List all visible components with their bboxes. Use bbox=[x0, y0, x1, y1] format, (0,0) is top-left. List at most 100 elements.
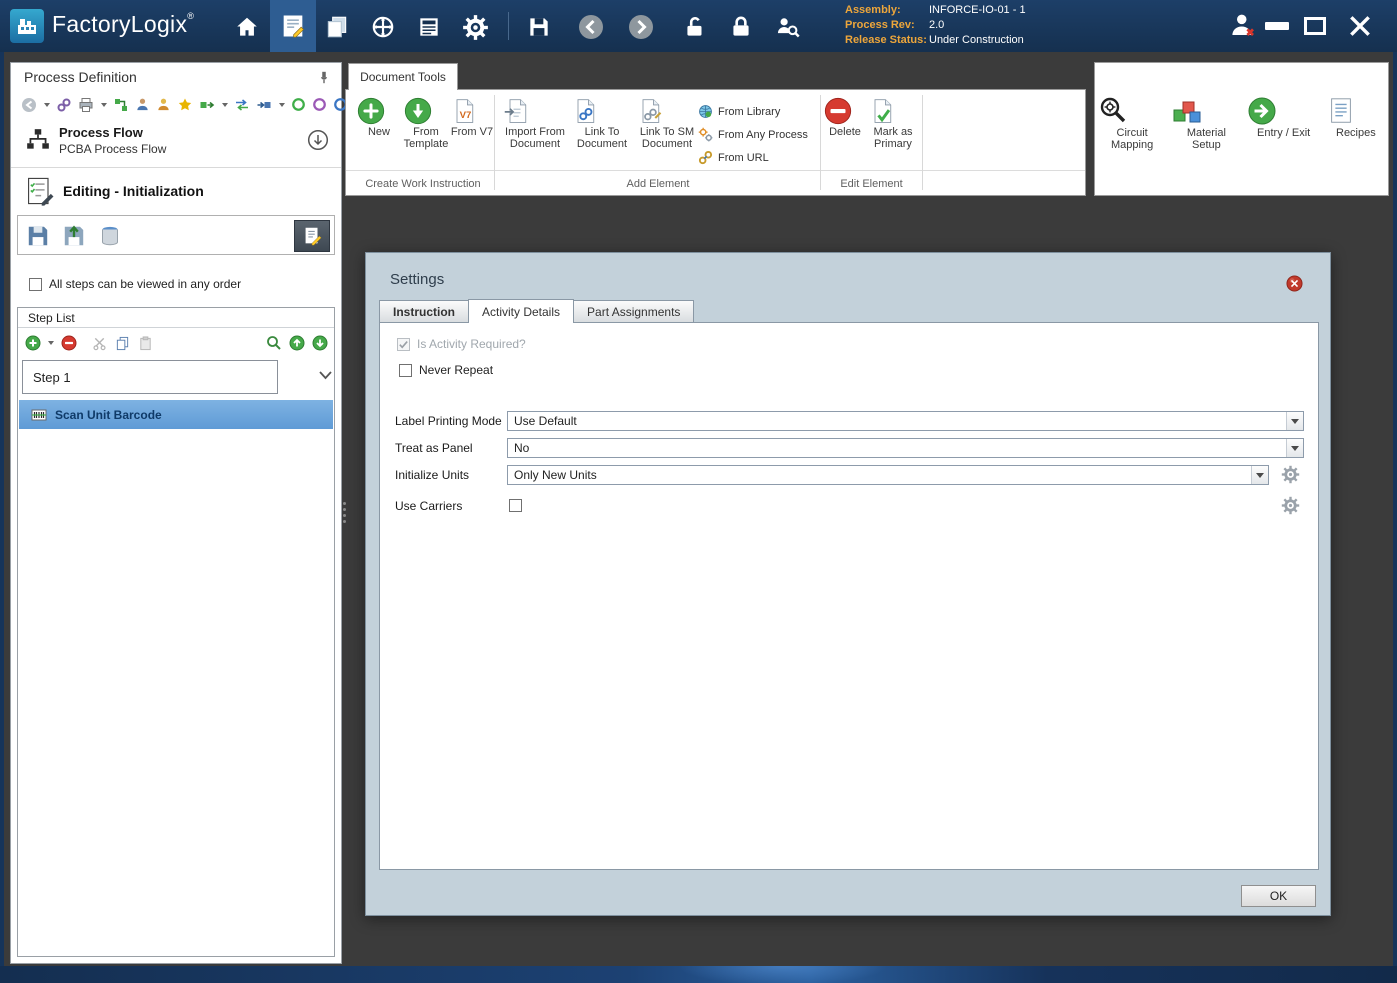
initialize-units-label: Initialize Units bbox=[395, 468, 470, 482]
lock-button[interactable] bbox=[726, 12, 756, 42]
ribbon-item-circuit-mapping[interactable]: Circuit Mapping bbox=[1097, 95, 1167, 151]
release-status-label: Release Status: bbox=[845, 34, 927, 46]
back-button[interactable] bbox=[576, 12, 606, 42]
process-definition-editor-button[interactable] bbox=[270, 0, 316, 52]
import-flow-icon[interactable] bbox=[256, 96, 272, 113]
ribbon-item-import-from-document[interactable]: Import From Document bbox=[503, 96, 567, 150]
add-process-icon[interactable] bbox=[113, 96, 129, 113]
import-flow-caret-icon[interactable] bbox=[279, 102, 285, 107]
print-icon[interactable] bbox=[78, 96, 94, 113]
settings-gear-button[interactable] bbox=[460, 12, 490, 42]
close-button[interactable] bbox=[1342, 10, 1378, 42]
person-female-icon[interactable] bbox=[156, 96, 171, 113]
unlock-button[interactable] bbox=[680, 12, 710, 42]
import-instruction-icon[interactable] bbox=[58, 220, 90, 252]
panel-splitter[interactable] bbox=[342, 495, 346, 529]
ribbon-item-from-any-process[interactable]: From Any Process bbox=[698, 123, 818, 146]
material-setup-icon bbox=[1171, 95, 1241, 127]
save-instruction-icon[interactable] bbox=[22, 220, 54, 252]
paste-icon[interactable] bbox=[137, 335, 154, 352]
process-gears-icon bbox=[698, 127, 713, 142]
logout-user-button[interactable] bbox=[1228, 10, 1258, 40]
circuit-mapping-icon bbox=[1097, 95, 1167, 127]
treat-as-panel-select[interactable]: No bbox=[507, 438, 1304, 458]
link-icon[interactable] bbox=[56, 96, 72, 113]
ok-button[interactable]: OK bbox=[1241, 885, 1316, 907]
process-flow-title: Process Flow bbox=[59, 125, 143, 140]
dropdown-arrow-icon[interactable] bbox=[1251, 466, 1268, 484]
remove-step-icon[interactable] bbox=[60, 335, 77, 352]
zoom-step-icon[interactable] bbox=[265, 335, 282, 352]
ribbon-item-from-template[interactable]: From Template bbox=[403, 96, 449, 150]
add-step-caret-icon[interactable] bbox=[48, 341, 54, 345]
process-rev-row: Process Rev: 2.0 bbox=[845, 18, 1026, 33]
entry-exit-icon bbox=[1246, 95, 1322, 127]
export-flow-caret-icon[interactable] bbox=[222, 102, 228, 107]
ribbon-item-material-setup[interactable]: Material Setup bbox=[1171, 95, 1241, 151]
tab-instruction[interactable]: Instruction bbox=[379, 300, 469, 322]
minimize-button[interactable] bbox=[1262, 10, 1292, 42]
ribbon-item-new[interactable]: New bbox=[356, 96, 402, 138]
dropdown-arrow-icon[interactable] bbox=[1286, 439, 1303, 457]
copy-icon[interactable] bbox=[114, 335, 131, 352]
collapse-flow-icon[interactable] bbox=[307, 129, 329, 151]
tab-document-tools[interactable]: Document Tools bbox=[348, 63, 458, 90]
ribbon-item-from-url[interactable]: From URL bbox=[698, 146, 818, 169]
archive-instruction-icon[interactable] bbox=[94, 220, 126, 252]
order-checkbox[interactable] bbox=[29, 277, 42, 291]
status-purple-icon[interactable] bbox=[312, 96, 327, 113]
person-male-icon[interactable] bbox=[135, 96, 150, 113]
forward-button[interactable] bbox=[626, 12, 656, 42]
from-template-icon bbox=[403, 96, 449, 126]
print-caret-icon[interactable] bbox=[101, 102, 107, 107]
step-activity-label: Scan Unit Barcode bbox=[55, 407, 162, 422]
step-activity-scan-unit-barcode[interactable]: Scan Unit Barcode bbox=[19, 400, 333, 429]
transfer-icon[interactable] bbox=[234, 96, 250, 113]
dropdown-arrow-icon[interactable] bbox=[1286, 412, 1303, 430]
group-separator bbox=[494, 95, 495, 190]
use-carriers-gear-icon[interactable] bbox=[1281, 496, 1300, 515]
maximize-button[interactable] bbox=[1300, 10, 1330, 42]
tab-part-assignments[interactable]: Part Assignments bbox=[573, 300, 695, 322]
export-flow-icon[interactable] bbox=[199, 96, 215, 113]
tab-activity-details[interactable]: Activity Details bbox=[468, 299, 575, 323]
chevron-down-icon[interactable] bbox=[318, 370, 333, 380]
undo-caret-icon[interactable] bbox=[44, 102, 50, 107]
never-repeat-checkbox[interactable] bbox=[399, 363, 412, 377]
step-group-selector[interactable]: Step 1 bbox=[22, 360, 278, 394]
save-button[interactable] bbox=[524, 12, 554, 42]
cut-icon[interactable] bbox=[91, 335, 108, 352]
navigator-button[interactable] bbox=[368, 12, 398, 42]
undo-icon[interactable] bbox=[21, 96, 37, 113]
app-title: FactoryLogix® bbox=[52, 11, 195, 37]
initialize-units-select[interactable]: Only New Units bbox=[507, 465, 1269, 485]
documents-button[interactable] bbox=[322, 12, 352, 42]
pin-icon[interactable] bbox=[317, 70, 331, 85]
move-step-up-icon[interactable] bbox=[288, 335, 305, 352]
assembly-info: Assembly: INFORCE-IO-01 - 1 Process Rev:… bbox=[845, 3, 1026, 48]
ribbon-item-recipes[interactable]: Recipes bbox=[1326, 95, 1386, 139]
library-globe-icon bbox=[698, 104, 713, 119]
ribbon-item-delete[interactable]: Delete bbox=[823, 96, 867, 138]
audit-search-button[interactable] bbox=[772, 12, 802, 42]
ribbon-item-link-to-sm-document[interactable]: Link To SM Document bbox=[636, 96, 698, 150]
report-button[interactable] bbox=[414, 12, 444, 42]
ribbon-item-entry-exit[interactable]: Entry / Exit bbox=[1246, 95, 1322, 139]
use-carriers-checkbox[interactable] bbox=[509, 499, 522, 512]
ribbon-item-from-v7[interactable]: V7 From V7 bbox=[450, 96, 494, 138]
edit-instruction-button[interactable] bbox=[294, 220, 330, 252]
status-green-icon[interactable] bbox=[291, 96, 306, 113]
ribbon-item-mark-as-primary[interactable]: Mark as Primary bbox=[868, 96, 918, 150]
ribbon-item-from-library[interactable]: From Library bbox=[698, 100, 818, 123]
editing-icon bbox=[24, 175, 56, 207]
ribbon-item-link-to-document[interactable]: Link To Document bbox=[571, 96, 633, 150]
move-step-down-icon[interactable] bbox=[311, 335, 328, 352]
home-button[interactable] bbox=[232, 12, 262, 42]
dialog-close-icon[interactable] bbox=[1286, 275, 1303, 292]
add-step-icon[interactable] bbox=[24, 335, 41, 352]
initialize-units-gear-icon[interactable] bbox=[1281, 465, 1300, 484]
svg-text:V7: V7 bbox=[460, 110, 472, 121]
step-list-box: Step List Step 1 Scan Unit Barcode bbox=[17, 307, 335, 957]
star-person-icon[interactable] bbox=[177, 96, 193, 113]
label-printing-mode-select[interactable]: Use Default bbox=[507, 411, 1304, 431]
